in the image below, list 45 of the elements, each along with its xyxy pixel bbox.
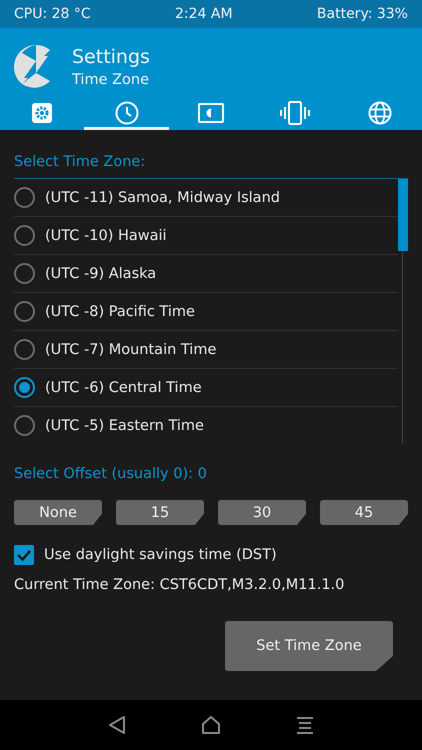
menu-icon[interactable] <box>296 716 314 734</box>
time-zone-option[interactable]: (UTC -5) Eastern Time <box>14 407 398 444</box>
gear-icon <box>31 102 54 124</box>
checkbox[interactable] <box>14 545 34 565</box>
cpu-temperature: CPU: 28 °C <box>14 6 91 22</box>
radio-button[interactable] <box>14 339 35 360</box>
time-zone-label: (UTC -8) Pacific Time <box>45 304 195 320</box>
time-zone-label: (UTC -10) Hawaii <box>45 228 167 244</box>
radio-button[interactable] <box>14 187 35 208</box>
radio-button[interactable] <box>14 225 35 246</box>
time-zone-option[interactable]: (UTC -9) Alaska <box>14 255 398 293</box>
globe-icon <box>368 100 392 124</box>
time-zone-option[interactable]: (UTC -10) Hawaii <box>14 217 398 255</box>
time-zone-option[interactable]: (UTC -8) Pacific Time <box>14 293 398 331</box>
header-subtitle: Time Zone <box>72 72 150 88</box>
header-title: Settings <box>72 46 150 68</box>
vibration-icon <box>280 100 310 124</box>
radio-button[interactable] <box>14 415 35 436</box>
battery-level: Battery: 33% <box>316 6 408 22</box>
section-label: Select Offset (usually 0): 0 <box>14 466 208 482</box>
time-zone-option[interactable]: (UTC -6) Central Time <box>14 369 398 407</box>
time-zone-label: (UTC -7) Mountain Time <box>45 342 216 358</box>
back-icon[interactable] <box>108 715 126 735</box>
set-time-zone-button[interactable]: Set Time Zone <box>225 621 393 671</box>
offset-button[interactable]: 15 <box>116 500 204 525</box>
time-zone-label: (UTC -9) Alaska <box>45 266 156 282</box>
radio-button[interactable] <box>14 377 35 398</box>
radio-button[interactable] <box>14 301 35 322</box>
clock-icon <box>114 100 139 124</box>
checkbox-label: Use daylight savings time (DST) <box>44 547 277 563</box>
radio-button[interactable] <box>14 263 35 284</box>
time-zone-option[interactable]: (UTC -7) Mountain Time <box>14 331 398 369</box>
scrollbar[interactable] <box>398 179 408 444</box>
time-zone-label: (UTC -11) Samoa, Midway Island <box>45 190 280 206</box>
time-zone-label: (UTC -5) Eastern Time <box>45 418 204 434</box>
time-zone-option[interactable]: (UTC -11) Samoa, Midway Island <box>14 179 398 217</box>
current-time-zone: Current Time Zone: CST6CDT,M3.2.0,M11.1.0 <box>14 577 346 593</box>
offset-button[interactable]: 45 <box>320 500 408 525</box>
offset-button[interactable]: None <box>14 500 102 525</box>
brightness-icon <box>198 102 224 124</box>
clock-time: 2:24 AM <box>175 6 233 22</box>
offset-button[interactable]: 30 <box>218 500 306 525</box>
section-label: Select Time Zone: <box>14 154 146 170</box>
home-icon[interactable] <box>200 715 221 735</box>
time-zone-label: (UTC -6) Central Time <box>45 380 202 396</box>
